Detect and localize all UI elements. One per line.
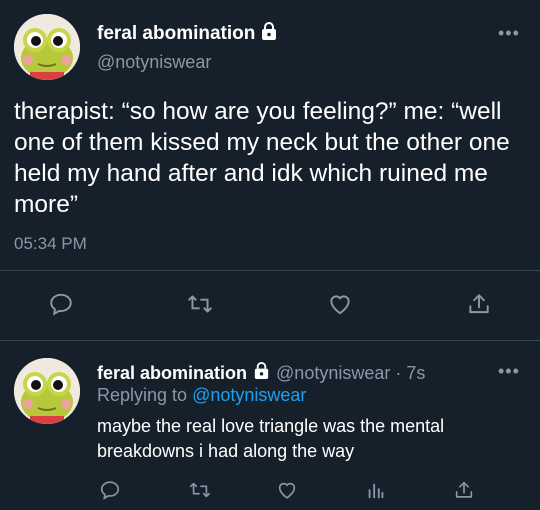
tweet-age[interactable]: · 7s bbox=[395, 363, 425, 384]
replying-to-link[interactable]: @notyniswear bbox=[192, 385, 306, 405]
retweet-icon[interactable] bbox=[186, 290, 214, 318]
more-options-icon[interactable]: ••• bbox=[498, 24, 520, 42]
display-name[interactable]: feral abomination bbox=[97, 23, 255, 45]
avatar[interactable] bbox=[14, 14, 80, 80]
tweet-text: therapist: “so how are you feeling?” me:… bbox=[14, 98, 510, 218]
display-name[interactable]: feral abomination bbox=[97, 363, 247, 384]
lock-icon bbox=[259, 21, 279, 46]
avatar[interactable] bbox=[14, 358, 80, 424]
divider bbox=[0, 270, 540, 271]
tweet-timestamp[interactable]: 05:34 PM bbox=[14, 234, 87, 254]
share-icon[interactable] bbox=[465, 290, 493, 318]
replying-to-line: Replying to @notyniswear bbox=[97, 385, 306, 406]
user-handle[interactable]: @notyniswear bbox=[276, 363, 390, 384]
share-icon[interactable] bbox=[452, 478, 476, 502]
more-options-icon[interactable]: ••• bbox=[498, 362, 520, 380]
frog-avatar-image bbox=[14, 14, 80, 80]
replying-prefix: Replying to bbox=[97, 385, 188, 405]
analytics-icon[interactable] bbox=[364, 478, 388, 502]
like-icon[interactable] bbox=[275, 478, 299, 502]
lock-icon bbox=[252, 361, 271, 385]
reply-icon[interactable] bbox=[98, 478, 122, 502]
frog-avatar-image bbox=[14, 358, 80, 424]
user-handle[interactable]: @notyniswear bbox=[97, 52, 211, 73]
reply-icon[interactable] bbox=[47, 290, 75, 318]
tweet-text: maybe the real love triangle was the men… bbox=[97, 416, 445, 461]
divider bbox=[0, 340, 540, 341]
retweet-icon[interactable] bbox=[187, 478, 213, 502]
like-icon[interactable] bbox=[326, 290, 354, 318]
